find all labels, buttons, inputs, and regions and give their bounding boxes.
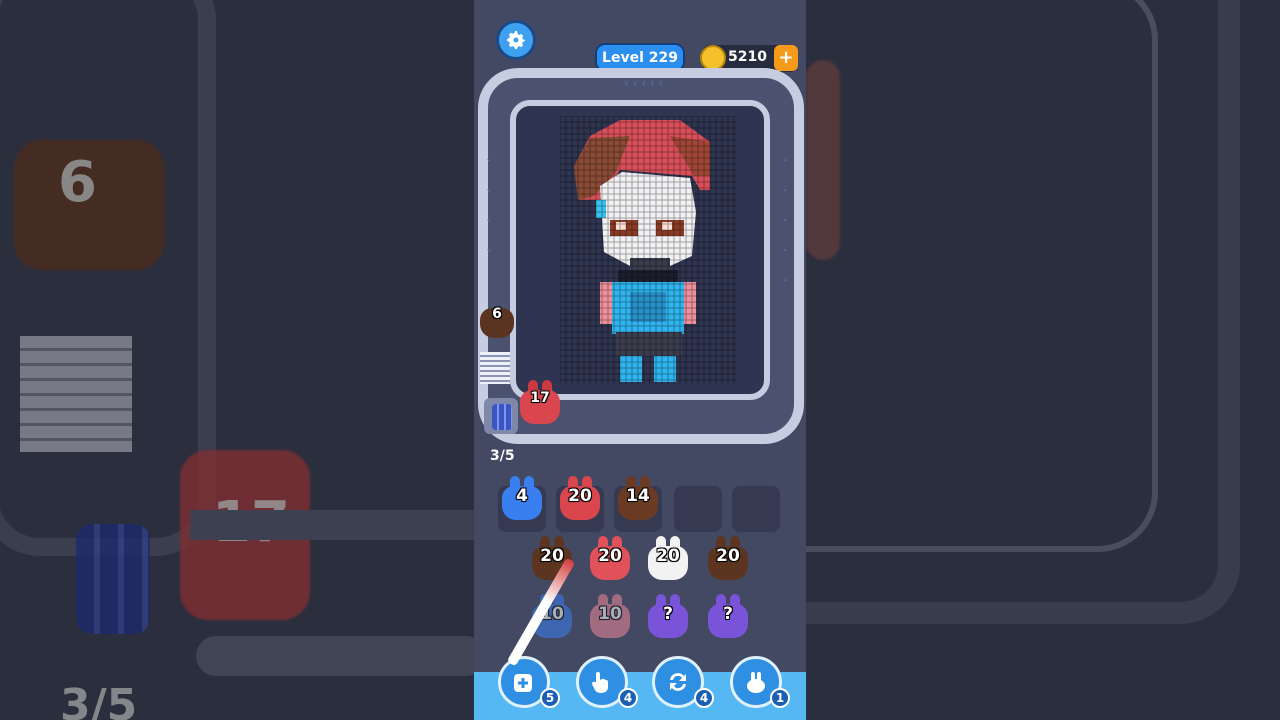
pixel-art-character xyxy=(560,116,736,384)
slot-bunny-brown[interactable]: 14 xyxy=(616,476,660,524)
buy-coins-button[interactable]: + xyxy=(774,45,798,71)
bunny-count: 20 xyxy=(598,546,622,566)
bunny-count: 17 xyxy=(530,390,550,406)
backdrop-right xyxy=(806,0,1280,720)
track-chevrons-right: ˆˆˆˆˆ xyxy=(782,158,788,292)
bunny-count: 20 xyxy=(656,546,680,566)
backdrop-count: 6 xyxy=(58,150,97,215)
backdrop-stack xyxy=(20,336,132,452)
tool-badge: 4 xyxy=(618,688,638,708)
game-screen: Level 229 5210 + ‹ ‹ ‹ ‹ ‹ ˇˇˇˇ ˆˆˆˆˆ 6 … xyxy=(474,0,806,720)
tool-badge: 4 xyxy=(694,688,714,708)
backdrop-pixel-edge xyxy=(806,60,840,260)
grid-bunny-mystery[interactable]: ? xyxy=(706,594,750,642)
grid-bunny-mystery[interactable]: ? xyxy=(646,594,690,642)
bunny-icon xyxy=(747,672,765,693)
bunny-count: 6 xyxy=(492,306,502,322)
tool-badge: 5 xyxy=(540,688,560,708)
coin-amount: 5210 xyxy=(728,49,767,65)
slot-counter: 3/5 xyxy=(490,448,515,464)
grid-bunny-pink[interactable]: 10 xyxy=(588,594,632,642)
bunny-count: 20 xyxy=(716,546,740,566)
shuffle-icon xyxy=(670,673,686,691)
bunny-count: 14 xyxy=(626,486,650,506)
track-bunny-red[interactable]: 17 xyxy=(518,380,562,428)
settings-button[interactable] xyxy=(496,20,536,60)
backdrop-rings xyxy=(76,524,150,634)
track-chevrons-top: ‹ ‹ ‹ ‹ ‹ xyxy=(624,76,664,90)
holding-slot-empty[interactable] xyxy=(732,486,780,532)
slot-bunny-red[interactable]: 20 xyxy=(558,476,602,524)
backdrop-counter: 3/5 xyxy=(60,680,138,720)
add-slot-icon xyxy=(514,674,532,692)
track-bunny-brown: 6 xyxy=(478,298,516,340)
bunny-count: 10 xyxy=(598,604,622,624)
slot-bunny-blue[interactable]: 4 xyxy=(500,476,544,524)
backdrop-rail-h xyxy=(190,510,474,540)
backdrop-left: 6 17 3/5 xyxy=(0,0,474,720)
ring-holder xyxy=(492,404,512,430)
completed-stack xyxy=(480,352,510,384)
grid-bunny-white[interactable]: 20 xyxy=(646,536,690,584)
hand-icon xyxy=(591,672,608,693)
holding-slot-empty[interactable] xyxy=(674,486,722,532)
backdrop-rail-h2 xyxy=(196,636,474,676)
gear-icon xyxy=(507,31,525,49)
bunny-count: ? xyxy=(663,604,673,624)
tool-badge: 1 xyxy=(770,688,790,708)
grid-bunny-red[interactable]: 20 xyxy=(588,536,632,584)
bunny-count: 4 xyxy=(516,486,528,506)
bunny-count: ? xyxy=(723,604,733,624)
grid-bunny-brown[interactable]: 20 xyxy=(706,536,750,584)
track-chevrons-left: ˇˇˇˇ xyxy=(486,158,492,262)
bunny-count: 20 xyxy=(568,486,592,506)
backdrop-rail-inner xyxy=(806,0,1158,552)
